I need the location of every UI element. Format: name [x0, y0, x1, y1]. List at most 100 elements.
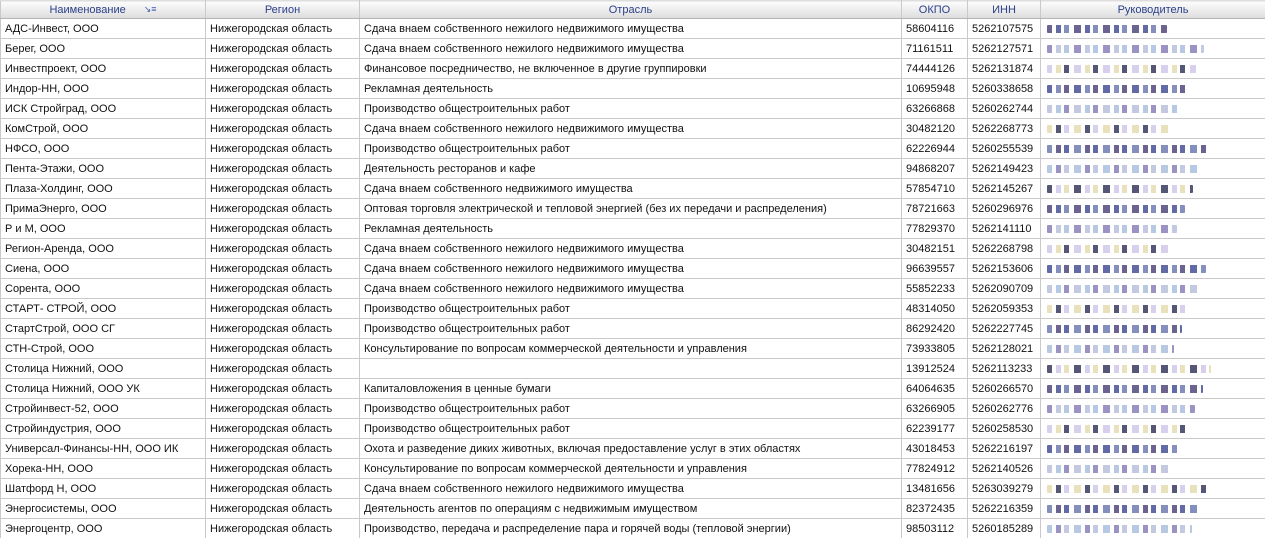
cell-name[interactable]: Индор-НН, ООО [0, 78, 206, 99]
cell-okpo[interactable]: 63266868 [901, 98, 968, 119]
column-header-director[interactable]: Руководитель [1040, 0, 1265, 19]
cell-inn[interactable]: 5260255539 [967, 138, 1041, 159]
cell-inn[interactable]: 5262131874 [967, 58, 1041, 79]
cell-region[interactable]: Нижегородская область [205, 358, 360, 379]
cell-name[interactable]: Берег, ООО [0, 38, 206, 59]
cell-director-redacted[interactable] [1040, 438, 1265, 459]
cell-okpo[interactable]: 74444126 [901, 58, 968, 79]
cell-industry[interactable]: Охота и разведение диких животных, включ… [359, 438, 902, 459]
cell-okpo[interactable]: 55852233 [901, 278, 968, 299]
cell-director-redacted[interactable] [1040, 518, 1265, 538]
table-row[interactable]: СТН-Строй, ООО Нижегородская область Консу… [0, 338, 1265, 359]
table-row[interactable]: Инвестпроект, ООО Нижегородская область Фи… [0, 58, 1265, 79]
cell-inn[interactable]: 5260262744 [967, 98, 1041, 119]
cell-director-redacted[interactable] [1040, 98, 1265, 119]
cell-name[interactable]: Р и М, ООО [0, 218, 206, 239]
cell-industry[interactable]: Деятельность агентов по операциям с недв… [359, 498, 902, 519]
table-row[interactable]: НФСО, ООО Нижегородская область Производст… [0, 138, 1265, 159]
cell-name[interactable]: Столица Нижний, ООО УК [0, 378, 206, 399]
cell-name[interactable]: Пента-Этажи, ООО [0, 158, 206, 179]
cell-name[interactable]: Стройиндустрия, ООО [0, 418, 206, 439]
cell-inn[interactable]: 5260296976 [967, 198, 1041, 219]
cell-industry[interactable]: Сдача внаем собственного нежилого недвиж… [359, 18, 902, 39]
cell-inn[interactable]: 5260338658 [967, 78, 1041, 99]
table-row[interactable]: Сорента, ООО Нижегородская область Сдача в… [0, 278, 1265, 299]
cell-director-redacted[interactable] [1040, 38, 1265, 59]
cell-name[interactable]: Стройинвест-52, ООО [0, 398, 206, 419]
cell-okpo[interactable]: 43018453 [901, 438, 968, 459]
cell-region[interactable]: Нижегородская область [205, 138, 360, 159]
cell-director-redacted[interactable] [1040, 398, 1265, 419]
cell-industry[interactable]: Сдача внаем собственного нежилого недвиж… [359, 38, 902, 59]
cell-inn[interactable]: 5262153606 [967, 258, 1041, 279]
cell-director-redacted[interactable] [1040, 198, 1265, 219]
cell-name[interactable]: Плаза-Холдинг, ООО [0, 178, 206, 199]
cell-name[interactable]: Универсал-Финансы-НН, ООО ИК [0, 438, 206, 459]
cell-director-redacted[interactable] [1040, 158, 1265, 179]
cell-industry[interactable]: Консультирование по вопросам коммерческо… [359, 458, 902, 479]
cell-inn[interactable]: 5260262776 [967, 398, 1041, 419]
table-row[interactable]: Регион-Аренда, ООО Нижегородская область С… [0, 238, 1265, 259]
cell-okpo[interactable]: 77824912 [901, 458, 968, 479]
table-row[interactable]: Стройинвест-52, ООО Нижегородская область… [0, 398, 1265, 419]
cell-industry[interactable]: Сдача внаем собственного нежилого недвиж… [359, 478, 902, 499]
cell-director-redacted[interactable] [1040, 18, 1265, 39]
cell-region[interactable]: Нижегородская область [205, 458, 360, 479]
cell-inn[interactable]: 5262140526 [967, 458, 1041, 479]
cell-okpo[interactable]: 77829370 [901, 218, 968, 239]
cell-okpo[interactable]: 62226944 [901, 138, 968, 159]
cell-okpo[interactable]: 30482120 [901, 118, 968, 139]
cell-director-redacted[interactable] [1040, 218, 1265, 239]
cell-industry[interactable]: Сдача внаем собственного нежилого недвиж… [359, 278, 902, 299]
cell-director-redacted[interactable] [1040, 178, 1265, 199]
cell-inn[interactable]: 5262268798 [967, 238, 1041, 259]
cell-okpo[interactable]: 71161511 [901, 38, 968, 59]
table-row[interactable]: СтартСтрой, ООО СГ Нижегородская область П… [0, 318, 1265, 339]
cell-okpo[interactable]: 86292420 [901, 318, 968, 339]
cell-director-redacted[interactable] [1040, 418, 1265, 439]
cell-inn[interactable]: 5262090709 [967, 278, 1041, 299]
cell-industry[interactable]: Сдача внаем собственного нежилого недвиж… [359, 118, 902, 139]
table-row[interactable]: Берег, ООО Нижегородская область Сдача вна… [0, 38, 1265, 59]
cell-region[interactable]: Нижегородская область [205, 378, 360, 399]
table-row[interactable]: Плаза-Холдинг, ООО Нижегородская область С… [0, 178, 1265, 199]
cell-region[interactable]: Нижегородская область [205, 118, 360, 139]
cell-inn[interactable]: 5260266570 [967, 378, 1041, 399]
cell-director-redacted[interactable] [1040, 78, 1265, 99]
cell-director-redacted[interactable] [1040, 58, 1265, 79]
cell-name[interactable]: Сиена, ООО [0, 258, 206, 279]
cell-director-redacted[interactable] [1040, 498, 1265, 519]
cell-okpo[interactable]: 13912524 [901, 358, 968, 379]
cell-inn[interactable]: 5262113233 [967, 358, 1041, 379]
cell-okpo[interactable]: 73933805 [901, 338, 968, 359]
cell-name[interactable]: Столица Нижний, ООО [0, 358, 206, 379]
cell-name[interactable]: АДС-Инвест, ООО [0, 18, 206, 39]
cell-region[interactable]: Нижегородская область [205, 258, 360, 279]
cell-region[interactable]: Нижегородская область [205, 278, 360, 299]
sort-descending-icon[interactable]: ↘≡ [144, 4, 157, 15]
cell-inn[interactable]: 5262216197 [967, 438, 1041, 459]
table-row[interactable]: ПримаЭнерго, ООО Нижегородская область Опт… [0, 198, 1265, 219]
cell-region[interactable]: Нижегородская область [205, 98, 360, 119]
cell-industry[interactable]: Производство общестроительных работ [359, 298, 902, 319]
column-header-okpo[interactable]: ОКПО [901, 0, 968, 19]
cell-inn[interactable]: 5260185289 [967, 518, 1041, 538]
cell-inn[interactable]: 5262227745 [967, 318, 1041, 339]
cell-inn[interactable]: 5262216359 [967, 498, 1041, 519]
cell-region[interactable]: Нижегородская область [205, 318, 360, 339]
cell-inn[interactable]: 5260258530 [967, 418, 1041, 439]
column-header-name[interactable]: Наименование ↘≡ [0, 0, 206, 19]
cell-region[interactable]: Нижегородская область [205, 238, 360, 259]
table-row[interactable]: Р и М, ООО Нижегородская область Рекламная… [0, 218, 1265, 239]
cell-director-redacted[interactable] [1040, 338, 1265, 359]
table-row[interactable]: Пента-Этажи, ООО Нижегородская область Дея… [0, 158, 1265, 179]
cell-name[interactable]: ПримаЭнерго, ООО [0, 198, 206, 219]
cell-okpo[interactable]: 48314050 [901, 298, 968, 319]
cell-industry[interactable]: Рекламная деятельность [359, 218, 902, 239]
cell-inn[interactable]: 5262059353 [967, 298, 1041, 319]
cell-name[interactable]: Энергосистемы, ООО [0, 498, 206, 519]
table-row[interactable]: СТАРТ- СТРОЙ, ООО Нижегородская область Пр… [0, 298, 1265, 319]
table-row[interactable]: КомСтрой, ООО Нижегородская область Сдача … [0, 118, 1265, 139]
cell-name[interactable]: Регион-Аренда, ООО [0, 238, 206, 259]
cell-director-redacted[interactable] [1040, 378, 1265, 399]
